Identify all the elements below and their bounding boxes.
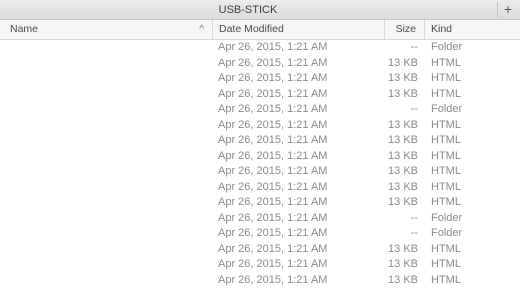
size-cell: 13 KB	[384, 164, 418, 180]
file-row[interactable]: 2-27.docx.htmlApr 26, 2015, 1:21 AM13 KB…	[0, 164, 520, 180]
kind-cell: HTML	[431, 195, 519, 211]
folder-row[interactable]: ▼PicturesApr 26, 2015, 1:21 AM--Folder	[0, 211, 520, 227]
size-cell: 13 KB	[384, 133, 418, 149]
sort-ascending-icon: ^	[199, 20, 204, 39]
file-row[interactable]: 2-20.docx.htmlApr 26, 2015, 1:21 AM13 KB…	[0, 149, 520, 165]
file-row[interactable]: 3-5.docx.htmlApr 26, 2015, 1:21 AM13 KBH…	[0, 180, 520, 196]
kind-cell: Folder	[431, 226, 519, 242]
size-cell: --	[384, 40, 418, 56]
kind-cell: HTML	[431, 164, 519, 180]
file-row[interactable]: 0101150001.jpg.htmlApr 26, 2015, 1:21 AM…	[0, 242, 520, 258]
kind-cell: HTML	[431, 180, 519, 196]
size-cell: --	[384, 211, 418, 227]
date-cell: Apr 26, 2015, 1:21 AM	[218, 273, 384, 288]
column-header-name[interactable]: Name ^	[0, 20, 212, 39]
size-cell: 13 KB	[384, 87, 418, 103]
kind-cell: HTML	[431, 257, 519, 273]
date-cell: Apr 26, 2015, 1:21 AM	[218, 195, 384, 211]
size-cell: --	[384, 102, 418, 118]
date-cell: Apr 26, 2015, 1:21 AM	[218, 180, 384, 196]
folder-row[interactable]: ▼Math NotesApr 26, 2015, 1:21 AM--Folder	[0, 102, 520, 118]
kind-cell: HTML	[431, 242, 519, 258]
column-header: Name ^ Date Modified Size Kind	[0, 20, 520, 40]
size-cell: --	[384, 226, 418, 242]
file-list: ▼DocumentsApr 26, 2015, 1:21 AM--Folderr…	[0, 40, 520, 288]
kind-cell: Folder	[431, 211, 519, 227]
column-header-date[interactable]: Date Modified	[212, 20, 384, 39]
size-cell: 13 KB	[384, 195, 418, 211]
kind-cell: HTML	[431, 87, 519, 103]
size-cell: 13 KB	[384, 56, 418, 72]
size-cell: 13 KB	[384, 273, 418, 288]
kind-cell: HTML	[431, 273, 519, 288]
column-header-name-label: Name	[10, 23, 38, 35]
date-cell: Apr 26, 2015, 1:21 AM	[218, 226, 384, 242]
add-tab-button[interactable]: +	[497, 2, 518, 17]
kind-cell: Folder	[431, 40, 519, 56]
date-cell: Apr 26, 2015, 1:21 AM	[218, 87, 384, 103]
file-row[interactable]: resume.pdf.htmlApr 26, 2015, 1:21 AM13 K…	[0, 87, 520, 103]
size-cell: 13 KB	[384, 118, 418, 134]
kind-cell: Folder	[431, 102, 519, 118]
size-cell: 13 KB	[384, 257, 418, 273]
date-cell: Apr 26, 2015, 1:21 AM	[218, 242, 384, 258]
date-cell: Apr 26, 2015, 1:21 AM	[218, 118, 384, 134]
size-cell: 13 KB	[384, 71, 418, 87]
date-cell: Apr 26, 2015, 1:21 AM	[218, 149, 384, 165]
kind-cell: HTML	[431, 56, 519, 72]
size-cell: 13 KB	[384, 149, 418, 165]
date-cell: Apr 26, 2015, 1:21 AM	[218, 211, 384, 227]
file-row[interactable]: resume_old.pdf.htmlApr 26, 2015, 1:21 AM…	[0, 71, 520, 87]
date-cell: Apr 26, 2015, 1:21 AM	[218, 102, 384, 118]
size-cell: 13 KB	[384, 242, 418, 258]
kind-cell: HTML	[431, 71, 519, 87]
date-cell: Apr 26, 2015, 1:21 AM	[218, 133, 384, 149]
file-row[interactable]: reflective_essay_02.docx.htmlApr 26, 201…	[0, 56, 520, 72]
file-row[interactable]: 0101150117.jpg.htmlApr 26, 2015, 1:21 AM…	[0, 273, 520, 288]
file-row[interactable]: 0101150002.jpg.htmlApr 26, 2015, 1:21 AM…	[0, 257, 520, 273]
date-cell: Apr 26, 2015, 1:21 AM	[218, 40, 384, 56]
folder-row[interactable]: ▼DocumentsApr 26, 2015, 1:21 AM--Folder	[0, 40, 520, 56]
date-cell: Apr 26, 2015, 1:21 AM	[218, 164, 384, 180]
file-row[interactable]: 2-13.docx.htmlApr 26, 2015, 1:21 AM13 KB…	[0, 118, 520, 134]
kind-cell: HTML	[431, 149, 519, 165]
size-cell: 13 KB	[384, 180, 418, 196]
folder-row[interactable]: ▼Winter BreakApr 26, 2015, 1:21 AM--Fold…	[0, 226, 520, 242]
kind-cell: HTML	[431, 133, 519, 149]
kind-cell: HTML	[431, 118, 519, 134]
date-cell: Apr 26, 2015, 1:21 AM	[218, 71, 384, 87]
column-header-size[interactable]: Size	[384, 20, 424, 39]
file-row[interactable]: 3-7.docx.htmlApr 26, 2015, 1:21 AM13 KBH…	[0, 195, 520, 211]
window-titlebar: USB-STICK +	[0, 0, 520, 20]
date-cell: Apr 26, 2015, 1:21 AM	[218, 257, 384, 273]
window-title: USB-STICK	[0, 0, 496, 20]
date-cell: Apr 26, 2015, 1:21 AM	[218, 56, 384, 72]
file-row[interactable]: 2-15.docx.htmlApr 26, 2015, 1:21 AM13 KB…	[0, 133, 520, 149]
column-header-kind[interactable]: Kind	[424, 20, 520, 39]
